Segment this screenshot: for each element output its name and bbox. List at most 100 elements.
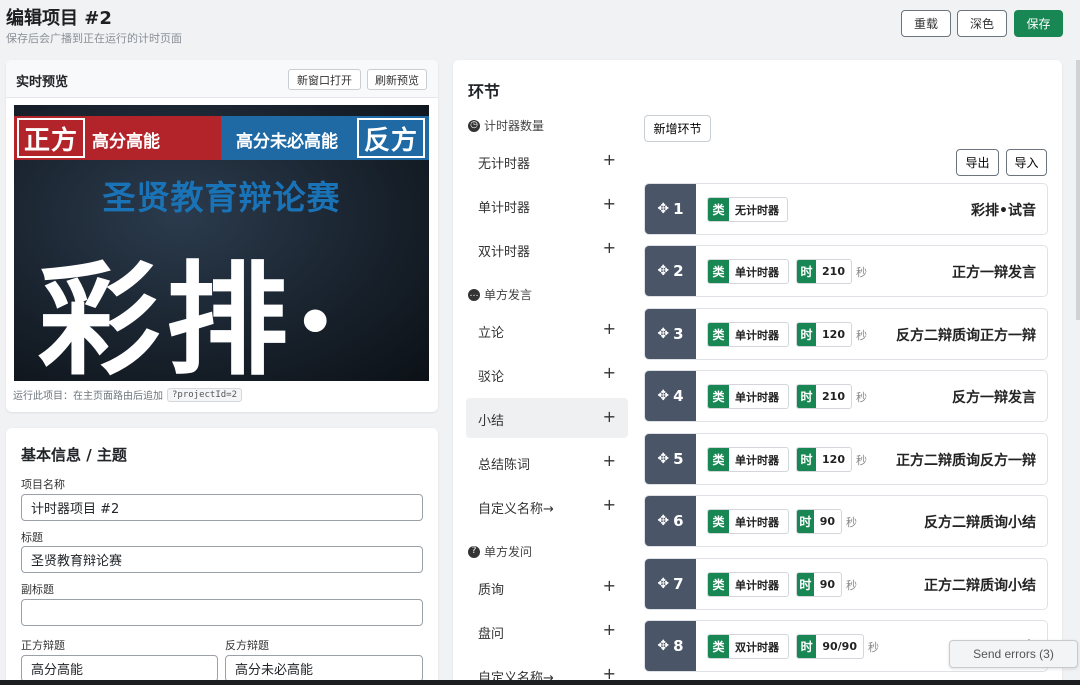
plus-icon: + [602,576,616,595]
drag-handle[interactable]: ✥ 7 [645,559,696,609]
timer-type-tag[interactable]: 类单计时器 [707,447,789,472]
segment-row[interactable]: ✥ 4 类单计时器时 210 秒反方一辩发言 [644,370,1048,422]
palette-item-label: 双计时器 [478,245,531,260]
con-topic-label: 反方辩题 [225,639,269,652]
segment-name: 正方二辩质询小结 [924,578,1036,594]
duration-tag[interactable]: 时 120 [796,322,852,347]
con-side-tag: 反方 [357,118,425,158]
move-icon: ✥ [657,263,670,279]
duration-tag[interactable]: 时 90 [796,572,842,597]
duration-value: 90 [819,578,835,591]
drag-handle[interactable]: ✥ 6 [645,496,696,546]
category-speech: … 单方发言 [468,286,532,303]
segment-number: 8 [673,637,684,655]
type-badge: 类 [708,573,729,596]
type-badge: 类 [708,198,729,221]
segment-row[interactable]: ✥ 3 类单计时器时 120 秒反方二辩质询正方一辩 [644,308,1048,360]
palette-item-label: 驳论 [478,370,505,385]
timer-type-value: 无计时器 [735,203,779,217]
palette-item-single-timer[interactable]: 单计时器 + [466,185,628,225]
project-name-input[interactable]: 计时器项目 #2 [21,494,423,521]
drag-handle[interactable]: ✥ 1 [645,184,696,234]
type-badge: 类 [708,260,729,283]
timer-type-tag[interactable]: 类单计时器 [707,572,789,597]
pro-topic-input[interactable]: 高分高能 [21,655,218,682]
type-badge: 类 [708,635,729,658]
save-button[interactable]: 保存 [1014,10,1063,37]
palette-item-summary[interactable]: 小结 + [466,398,628,438]
segment-row[interactable]: ✥ 6 类单计时器时 90 秒反方二辩质询小结 [644,495,1048,547]
segment-name: 正方二辩质询反方一辩 [896,453,1036,469]
import-button[interactable]: 导入 [1006,149,1047,176]
timer-type-tag[interactable]: 类双计时器 [707,634,789,659]
clock-icon: ◷ [468,119,480,132]
duration-tag[interactable]: 时 90/90 [796,634,864,659]
segment-number: 5 [673,450,684,468]
time-badge: 时 [797,573,814,596]
segment-row[interactable]: ✥ 5 类单计时器时 120 秒 正方二辩质询反方一辩 [644,433,1048,485]
segment-number: 6 [673,512,684,530]
type-badge: 类 [708,385,729,408]
scrollbar[interactable] [1076,60,1080,320]
open-new-window-button[interactable]: 新窗口打开 [288,69,361,90]
palette-item-cross-exam[interactable]: 质询 + [466,567,628,607]
timer-type-tag[interactable]: 类单计时器 [707,384,789,409]
send-errors-button[interactable]: Send errors (3) [949,640,1078,668]
question-icon: ? [468,545,480,558]
palette-item-closing[interactable]: 总结陈词 + [466,442,628,482]
palette-item-interrogation[interactable]: 盘问 + [466,611,628,651]
drag-handle[interactable]: ✥ 3 [645,309,696,359]
refresh-preview-button[interactable]: 刷新预览 [367,69,427,90]
move-icon: ✥ [657,326,670,342]
duration-tag[interactable]: 时 90 [796,509,842,534]
category-timers: ◷ 计时器数量 [468,117,544,134]
move-icon: ✥ [657,576,670,592]
palette-item-opening[interactable]: 立论 + [466,310,628,350]
plus-icon: + [602,238,616,257]
drag-handle[interactable]: ✥ 8 [645,621,696,671]
segment-row[interactable]: ✥ 7 类单计时器时 90 秒正方二辩质询小结 [644,558,1048,610]
duration-value: 120 [822,328,845,341]
con-side-topic: 高分未必高能 [236,132,338,152]
palette-item-custom-speech[interactable]: 自定义名称→ + [466,486,628,526]
palette-item-label: 总结陈词 [478,458,531,473]
plus-icon: + [602,363,616,382]
timer-type-value: 单计时器 [735,390,779,404]
run-hint: 运行此项目：在主页面路由后追加 ?projectId=2 [13,387,243,402]
timer-type-tag[interactable]: 类单计时器 [707,509,789,534]
timer-type-tag[interactable]: 类单计时器 [707,259,789,284]
duration-tag[interactable]: 时 210 [796,259,852,284]
seconds-unit: 秒 [856,454,867,467]
dark-mode-button[interactable]: 深色 [957,10,1007,37]
timer-type-tag[interactable]: 类单计时器 [707,322,789,347]
segment-row[interactable]: ✥ 2 类单计时器时 210 秒正方一辩发言 [644,245,1048,297]
segment-row[interactable]: ✥ 1 类无计时器 彩排•试音 [644,183,1048,235]
palette-item-rebuttal[interactable]: 驳论 + [466,354,628,394]
reload-button[interactable]: 重载 [901,10,951,37]
timer-type-tag[interactable]: 类无计时器 [707,197,788,222]
plus-icon: + [602,407,616,426]
subtitle-label: 副标题 [21,583,54,596]
palette-item-label: 立论 [478,326,505,341]
duration-tag[interactable]: 时 210 [796,384,852,409]
segments-card: 环节 ◷ 计时器数量 无计时器 + 单计时器 + 双计时器 + … 单方发言 立… [453,60,1062,685]
segment-number: 3 [673,325,684,343]
preview-header: 实时预览 新窗口打开 刷新预览 [6,60,438,98]
move-icon: ✥ [657,638,670,654]
title-input[interactable]: 圣贤教育辩论赛 [21,546,423,573]
drag-handle[interactable]: ✥ 4 [645,371,696,421]
segment-name: 正方一辩发言 [952,265,1036,281]
add-segment-button[interactable]: 新增环节 [644,115,711,142]
screen-segment-name: 彩排· [38,248,343,381]
timer-type-value: 单计时器 [735,328,779,342]
drag-handle[interactable]: ✥ 5 [645,434,696,484]
segment-name: 反方二辩质询正方一辩 [896,328,1036,344]
palette-item-no-timer[interactable]: 无计时器 + [466,141,628,181]
subtitle-input[interactable] [21,599,423,626]
palette-item-double-timer[interactable]: 双计时器 + [466,229,628,269]
export-button[interactable]: 导出 [956,149,999,176]
segment-number: 7 [673,575,684,593]
drag-handle[interactable]: ✥ 2 [645,246,696,296]
con-topic-input[interactable]: 高分未必高能 [225,655,423,682]
duration-tag[interactable]: 时 120 [796,447,852,472]
